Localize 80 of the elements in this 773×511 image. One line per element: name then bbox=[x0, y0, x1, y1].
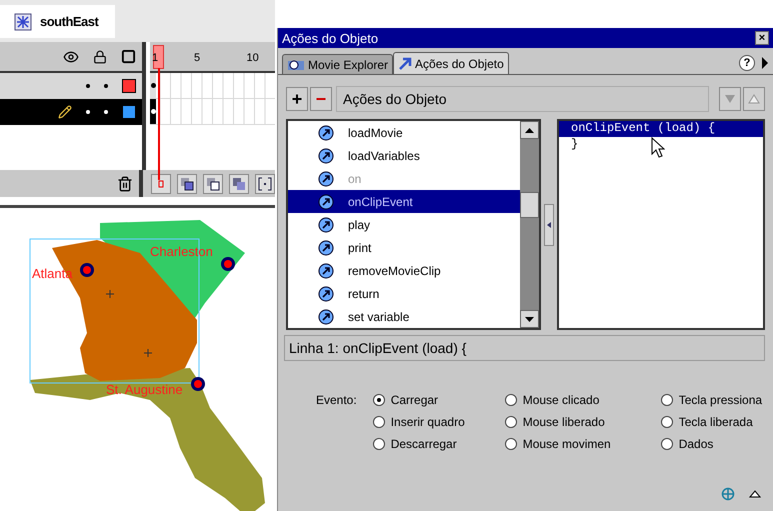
outline-icon[interactable] bbox=[121, 49, 136, 64]
event-radio[interactable]: Inserir quadro bbox=[372, 413, 505, 431]
event-radio[interactable]: Mouse movimen bbox=[504, 435, 661, 453]
layer-color-swatch[interactable] bbox=[122, 105, 136, 119]
actions-title-field: Ações do Objeto bbox=[336, 86, 709, 112]
script-editor[interactable]: onClipEvent (load) { } bbox=[557, 119, 765, 330]
event-radio[interactable]: Carregar bbox=[372, 391, 505, 409]
action-icon bbox=[318, 286, 334, 302]
layer-color-swatch[interactable] bbox=[122, 79, 136, 93]
move-up-button[interactable] bbox=[743, 87, 765, 111]
lock-dot[interactable] bbox=[104, 110, 108, 114]
lock-icon[interactable] bbox=[93, 50, 107, 64]
event-label: Evento: bbox=[316, 392, 357, 409]
frame-number: 10 bbox=[246, 52, 259, 64]
action-item[interactable]: onClipEvent bbox=[288, 190, 520, 213]
code-line: } bbox=[570, 137, 578, 153]
target-icon[interactable] bbox=[721, 487, 735, 501]
lock-dot[interactable] bbox=[104, 84, 108, 88]
action-item[interactable]: print bbox=[288, 236, 520, 259]
edit-frames-button[interactable] bbox=[229, 174, 249, 194]
scroll-up-icon[interactable] bbox=[525, 128, 534, 132]
symbol-icon bbox=[14, 12, 32, 30]
panel-menu-icon[interactable] bbox=[761, 57, 769, 69]
pencil-icon bbox=[58, 105, 72, 119]
scrollbar[interactable] bbox=[520, 121, 539, 328]
action-icon bbox=[318, 148, 334, 164]
add-action-button[interactable]: + bbox=[286, 87, 308, 111]
pane-splitter[interactable] bbox=[544, 204, 554, 246]
frame-number: 5 bbox=[194, 52, 200, 64]
action-item[interactable]: return bbox=[288, 282, 520, 305]
action-item[interactable]: removeMovieClip bbox=[288, 259, 520, 282]
frame-number: 1 bbox=[152, 52, 158, 64]
panel-title: Ações do Objeto bbox=[282, 30, 378, 46]
onion-outline-button[interactable] bbox=[203, 174, 223, 194]
action-icon bbox=[318, 124, 334, 140]
event-radio[interactable]: Mouse liberado bbox=[504, 413, 661, 431]
event-radio[interactable]: Descarregar bbox=[372, 435, 505, 453]
collapse-icon[interactable] bbox=[749, 490, 761, 498]
action-item[interactable]: loadMovie bbox=[288, 121, 520, 144]
visibility-dot[interactable] bbox=[86, 84, 90, 88]
action-icon bbox=[318, 262, 334, 278]
eye-icon[interactable] bbox=[63, 48, 79, 64]
event-radio[interactable]: Tecla liberada bbox=[660, 413, 771, 431]
onion-skin-button[interactable] bbox=[177, 174, 197, 194]
markers-button[interactable] bbox=[255, 174, 275, 194]
layer-row[interactable] bbox=[0, 73, 146, 99]
trash-icon[interactable] bbox=[117, 176, 133, 192]
action-icon bbox=[318, 216, 334, 232]
down-arrow-icon bbox=[724, 94, 736, 104]
help-button[interactable]: ? bbox=[739, 55, 755, 71]
action-item[interactable]: loadVariables bbox=[288, 144, 520, 167]
collapse-left-icon[interactable] bbox=[547, 222, 551, 228]
scroll-down-icon[interactable] bbox=[525, 316, 534, 322]
playhead[interactable] bbox=[153, 45, 164, 69]
action-icon bbox=[318, 170, 334, 186]
action-icon bbox=[318, 308, 334, 324]
action-icon bbox=[318, 240, 334, 256]
scroll-thumb[interactable] bbox=[520, 192, 539, 218]
center-frame-button[interactable] bbox=[151, 174, 171, 194]
action-item[interactable]: play bbox=[288, 213, 520, 236]
event-radio[interactable]: Mouse clicado bbox=[504, 391, 661, 409]
frame-marker-icon bbox=[158, 178, 164, 188]
arrow-icon bbox=[398, 56, 412, 70]
document-tab[interactable]: southEast bbox=[0, 5, 115, 38]
close-button[interactable]: × bbox=[755, 31, 769, 45]
panel-tab[interactable]: Movie Explorer bbox=[282, 54, 394, 74]
explorer-icon bbox=[287, 58, 305, 72]
keyframe[interactable] bbox=[150, 73, 156, 98]
event-radio[interactable]: Tecla pressiona bbox=[660, 391, 771, 409]
cursor-icon bbox=[651, 137, 665, 159]
remove-action-button[interactable]: − bbox=[310, 87, 332, 111]
up-arrow-icon bbox=[748, 94, 760, 104]
event-radio[interactable]: Dados bbox=[660, 435, 771, 453]
keyframe[interactable] bbox=[150, 99, 156, 124]
layer-row[interactable] bbox=[0, 99, 146, 125]
action-item[interactable]: set variable bbox=[288, 305, 520, 328]
panel-tab[interactable]: Ações do Objeto bbox=[393, 52, 509, 74]
city-label: St. Augustine bbox=[106, 382, 183, 397]
visibility-dot[interactable] bbox=[86, 110, 90, 114]
action-icon bbox=[318, 194, 334, 210]
